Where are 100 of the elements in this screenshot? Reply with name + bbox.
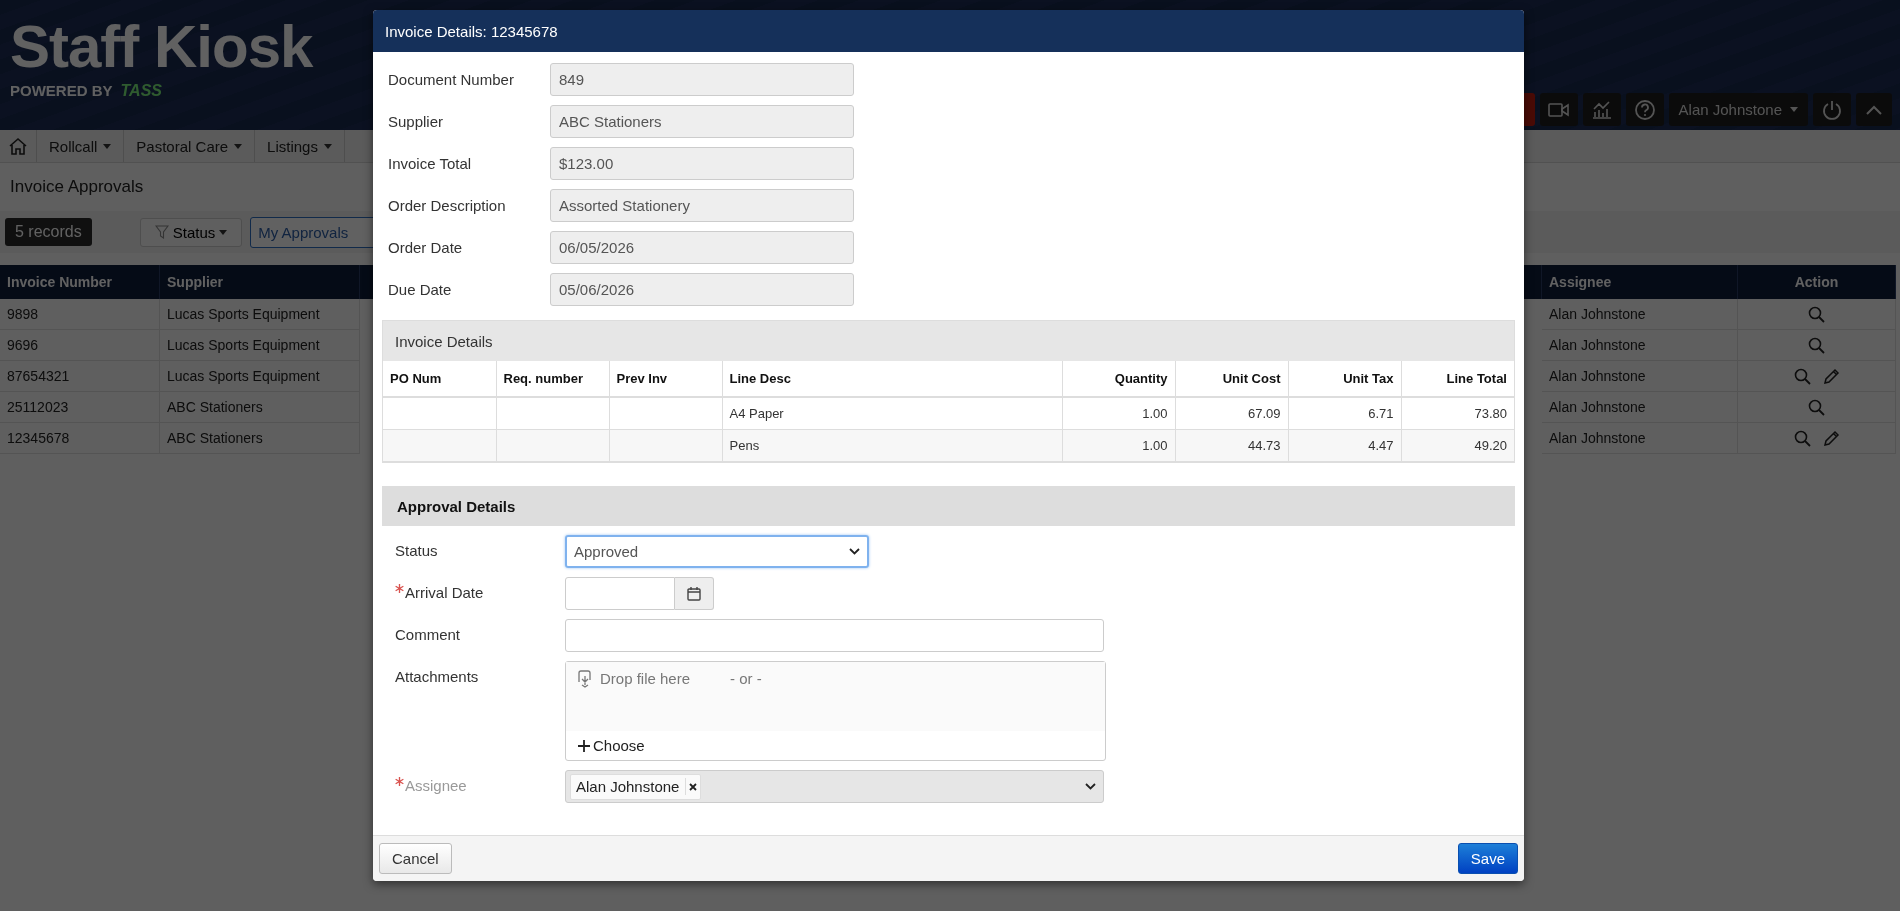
readonly-field: ABC Stationers xyxy=(550,105,854,138)
chart-icon xyxy=(1590,100,1613,119)
field-label: Status xyxy=(395,542,438,559)
column-header: Supplier xyxy=(160,265,360,299)
table-cell: ABC Stationers xyxy=(160,423,360,454)
save-button[interactable]: Save xyxy=(1457,843,1518,874)
chart-button[interactable] xyxy=(1582,93,1621,126)
power-icon xyxy=(1821,98,1843,121)
field-label: Arrival Date xyxy=(405,584,484,601)
brand-logo: TASS xyxy=(120,82,162,100)
help-button[interactable] xyxy=(1625,93,1664,126)
readonly-field: 849 xyxy=(550,63,854,96)
logo-title: Staff Kiosk xyxy=(10,16,313,78)
column-header: Quantity xyxy=(1062,361,1175,397)
column-header: Req. number xyxy=(496,361,609,397)
calendar-button[interactable] xyxy=(675,577,714,610)
field-label: Order Description xyxy=(387,197,507,214)
table-cell: 87654321 xyxy=(0,361,160,392)
chevron-up-icon xyxy=(1865,103,1883,116)
logo-tagline: POWERED BY xyxy=(10,82,113,99)
field-label: Invoice Total xyxy=(387,155,473,172)
table-cell: 9898 xyxy=(0,299,160,330)
search-icon[interactable] xyxy=(1793,367,1811,385)
required-icon xyxy=(395,777,404,786)
filter-icon xyxy=(154,225,169,239)
caret-icon xyxy=(234,143,243,149)
separator-text: - or - xyxy=(730,670,762,687)
table-cell: 49.20 xyxy=(1401,429,1514,462)
readonly-field: 05/06/2026 xyxy=(550,273,854,306)
caret-icon xyxy=(219,229,228,235)
table-cell: 44.73 xyxy=(1175,429,1288,462)
table-cell: Alan Johnstone xyxy=(1542,392,1738,423)
cancel-button[interactable]: Cancel xyxy=(379,843,452,874)
table-cell: A4 Paper xyxy=(722,397,1062,430)
field-label: Assignee xyxy=(405,777,467,794)
table-cell: Alan Johnstone xyxy=(1542,361,1738,392)
help-icon xyxy=(1633,98,1656,121)
calendar-icon xyxy=(687,586,701,601)
readonly-field: 06/05/2026 xyxy=(550,231,854,264)
column-header: PO Num xyxy=(383,361,496,397)
column-header: Action xyxy=(1738,265,1896,299)
table-cell: 4.47 xyxy=(1288,429,1401,462)
column-header: Unit Tax xyxy=(1288,361,1401,397)
chevron-down-icon xyxy=(1085,783,1096,790)
field-label: Due Date xyxy=(387,281,453,298)
table-cell: Pens xyxy=(722,429,1062,462)
field-label: Document Number xyxy=(387,71,515,88)
table-cell: Alan Johnstone xyxy=(1542,330,1738,361)
search-icon[interactable] xyxy=(1793,429,1811,447)
table-cell: 12345678 xyxy=(0,423,160,454)
field-label: Supplier xyxy=(387,113,445,130)
pencil-icon[interactable] xyxy=(1822,367,1840,385)
readonly-field: Assorted Stationery xyxy=(550,189,854,222)
table-cell: 9696 xyxy=(0,330,160,361)
column-header: Unit Cost xyxy=(1175,361,1288,397)
record-count: 5 records xyxy=(5,218,92,246)
table-cell: Lucas Sports Equipment xyxy=(160,361,360,392)
table-cell: 1.00 xyxy=(1062,397,1175,430)
drop-hint: Drop file here xyxy=(600,670,691,687)
table-cell: ABC Stationers xyxy=(160,392,360,423)
status-filter-button[interactable]: Status xyxy=(139,217,243,247)
table-cell: 6.71 xyxy=(1288,397,1401,430)
caret-icon xyxy=(103,143,112,149)
field-label: Order Date xyxy=(387,239,464,256)
field-label: Attachments xyxy=(395,668,479,685)
column-header: Line Desc xyxy=(722,361,1062,397)
comment-field[interactable] xyxy=(565,619,1104,652)
column-header: Invoice Number xyxy=(0,265,160,299)
plus-icon xyxy=(578,739,590,752)
video-button[interactable] xyxy=(1539,93,1578,126)
table-cell: Lucas Sports Equipment xyxy=(160,299,360,330)
column-header: Prev Inv xyxy=(609,361,722,397)
section-header: Approval Details xyxy=(382,486,1515,526)
page-title: Invoice Approvals xyxy=(9,176,145,198)
video-camera-icon xyxy=(1547,101,1570,118)
column-header: Line Total xyxy=(1401,361,1514,397)
caret-icon xyxy=(323,143,332,149)
panel-header: Invoice Details xyxy=(383,321,1514,361)
search-icon[interactable] xyxy=(1808,305,1825,323)
home-icon xyxy=(8,137,28,155)
search-icon[interactable] xyxy=(1808,336,1825,354)
table-cell: Lucas Sports Equipment xyxy=(160,330,360,361)
table-cell: Alan Johnstone xyxy=(1542,423,1738,454)
choose-button[interactable]: Choose xyxy=(566,731,657,760)
date-field[interactable] xyxy=(565,577,675,610)
caret-icon xyxy=(1790,107,1798,112)
dialog-title: Invoice Details: 12345678 xyxy=(373,10,1524,52)
upload-icon xyxy=(576,670,592,688)
logout-button[interactable] xyxy=(1813,93,1851,126)
table-cell: Alan Johnstone xyxy=(1542,299,1738,330)
table-cell: 73.80 xyxy=(1401,397,1514,430)
status-select[interactable]: Approved xyxy=(565,535,869,568)
collapse-button[interactable] xyxy=(1856,93,1892,126)
table-cell: 25112023 xyxy=(0,392,160,423)
table-cell: 1.00 xyxy=(1062,429,1175,462)
search-icon[interactable] xyxy=(1808,398,1825,416)
readonly-field: $123.00 xyxy=(550,147,854,180)
required-icon xyxy=(395,584,404,593)
table-cell: 67.09 xyxy=(1175,397,1288,430)
pencil-icon[interactable] xyxy=(1822,429,1840,447)
